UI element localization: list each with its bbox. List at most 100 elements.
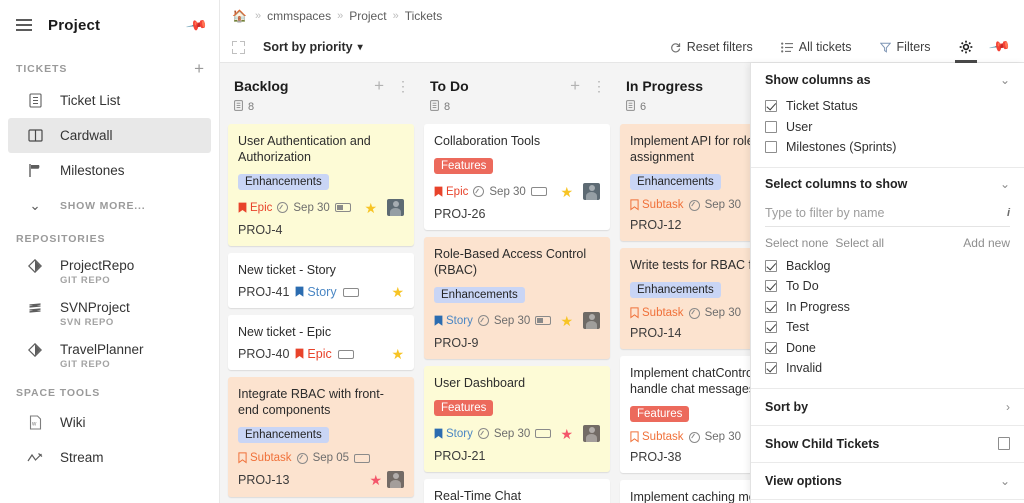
card-proj-4[interactable]: User Authentication and Authorization En… — [228, 124, 414, 246]
panel-section-show-child-tickets[interactable]: Show Child Tickets — [751, 426, 1024, 463]
column-option-inprogress[interactable]: In Progress — [765, 297, 1010, 318]
card-tag[interactable]: Features — [434, 158, 494, 174]
select-none-link[interactable]: Select none — [765, 236, 828, 250]
sidebar-item-cardwall[interactable]: Cardwall — [8, 118, 211, 153]
avatar[interactable] — [583, 183, 600, 200]
option-user[interactable]: User — [765, 117, 1010, 138]
kebab-menu-icon[interactable]: ⋮ — [592, 79, 606, 93]
checkbox[interactable] — [765, 321, 777, 334]
avatar[interactable] — [583, 425, 600, 442]
card-tag[interactable]: Enhancements — [630, 282, 721, 298]
card-tag[interactable]: Enhancements — [630, 174, 721, 190]
expand-icon[interactable] — [232, 40, 245, 54]
clock-icon — [688, 307, 700, 319]
avatar[interactable] — [583, 312, 600, 329]
hamburger-menu-icon[interactable] — [16, 19, 32, 31]
sidebar-item-ticket-list[interactable]: Ticket List — [8, 83, 211, 118]
kebab-menu-icon[interactable]: ⋮ — [396, 79, 410, 93]
priority-star-icon[interactable]: ★ — [560, 314, 573, 328]
checkbox[interactable] — [765, 280, 777, 293]
card-key[interactable]: PROJ-4 — [238, 223, 404, 237]
card-proj-40[interactable]: New ticket - Epic PROJ-40 Epic ★ — [228, 315, 414, 370]
card-tag[interactable]: Features — [434, 400, 494, 416]
panel-section-header[interactable]: Select columns to show ⌄ — [765, 168, 1010, 201]
checkbox[interactable] — [998, 437, 1010, 450]
chevron-down-icon[interactable]: ⌄ — [1000, 474, 1010, 488]
priority-star-icon[interactable]: ★ — [369, 473, 382, 487]
column-filter-input[interactable]: Type to filter by name i — [765, 201, 1010, 227]
sidebar-item-stream[interactable]: Stream — [8, 440, 211, 475]
reset-filters-button[interactable]: Reset filters — [656, 32, 767, 63]
panel-section-header[interactable]: Show columns as ⌄ — [765, 63, 1010, 96]
card-key[interactable]: PROJ-21 — [434, 449, 600, 463]
column-option-invalid[interactable]: Invalid — [765, 358, 1010, 379]
chevron-down-icon[interactable]: ⌄ — [1000, 73, 1010, 87]
option-ticket-status[interactable]: Ticket Status — [765, 96, 1010, 117]
card-title: Role-Based Access Control (RBAC) — [434, 247, 587, 277]
priority-star-icon[interactable]: ★ — [391, 285, 404, 299]
card-key[interactable]: PROJ-40 — [238, 347, 289, 361]
option-label: In Progress — [786, 299, 850, 314]
column-option-done[interactable]: Done — [765, 338, 1010, 359]
column-option-backlog[interactable]: Backlog — [765, 256, 1010, 277]
card-key[interactable]: PROJ-9 — [434, 336, 600, 350]
card-real-time-chat[interactable]: Real-Time Chat Features — [424, 479, 610, 503]
sidebar-repo-travelplanner[interactable]: TravelPlanner GIT REPO — [8, 335, 211, 377]
card-proj-41[interactable]: New ticket - Story PROJ-41 Story ★ — [228, 253, 414, 308]
checkbox[interactable] — [765, 141, 777, 154]
card-type-label: Story — [446, 427, 473, 440]
checkbox[interactable] — [765, 100, 777, 113]
card-tag[interactable]: Features — [630, 406, 690, 422]
option-milestones-sprints[interactable]: Milestones (Sprints) — [765, 137, 1010, 158]
card-proj-9[interactable]: Role-Based Access Control (RBAC) Enhance… — [424, 237, 610, 359]
select-all-link[interactable]: Select all — [835, 236, 884, 250]
card-tag[interactable]: Enhancements — [238, 427, 329, 443]
plus-icon[interactable]: + — [570, 77, 580, 94]
checkbox[interactable] — [765, 362, 777, 375]
priority-star-icon[interactable]: ★ — [560, 427, 573, 441]
card-key[interactable]: PROJ-13 — [238, 473, 289, 487]
pin-icon[interactable]: 📌 — [184, 13, 208, 37]
avatar[interactable] — [387, 471, 404, 488]
card-tag[interactable]: Enhancements — [238, 174, 329, 190]
panel-section-sort-by[interactable]: Sort by › — [751, 389, 1024, 426]
avatar[interactable] — [387, 199, 404, 216]
panel-section-view-options[interactable]: View options ⌄ — [751, 463, 1024, 500]
priority-star-icon[interactable]: ★ — [364, 201, 377, 215]
chevron-right-icon[interactable]: › — [1006, 400, 1010, 414]
column-option-test[interactable]: Test — [765, 317, 1010, 338]
plus-icon[interactable]: + — [374, 77, 384, 94]
breadcrumb-item-cmmspaces[interactable]: cmmspaces — [267, 9, 331, 23]
all-tickets-button[interactable]: All tickets — [767, 32, 866, 63]
chevron-down-icon[interactable]: ⌄ — [1000, 177, 1010, 191]
card-key[interactable]: PROJ-26 — [434, 207, 600, 221]
column-option-todo[interactable]: To Do — [765, 276, 1010, 297]
sidebar-item-milestones[interactable]: Milestones — [8, 153, 211, 188]
pin-icon[interactable]: 📌 — [984, 32, 1018, 63]
checkbox[interactable] — [765, 259, 777, 272]
card-proj-26[interactable]: Collaboration Tools Features Epic Sep 30… — [424, 124, 610, 230]
card-proj-21[interactable]: User Dashboard Features Story Sep 30 ★ P… — [424, 366, 610, 472]
info-icon[interactable]: i — [1007, 207, 1010, 219]
card-proj-13[interactable]: Integrate RBAC with front-end components… — [228, 377, 414, 497]
checkbox[interactable] — [765, 300, 777, 313]
settings-gear-button[interactable] — [945, 32, 987, 63]
sidebar-show-more[interactable]: ⌄ SHOW MORE... — [8, 188, 211, 223]
add-new-link[interactable]: Add new — [963, 236, 1010, 250]
checkbox[interactable] — [765, 120, 777, 133]
filters-button[interactable]: Filters — [866, 32, 945, 63]
home-icon[interactable]: 🏠 — [232, 9, 247, 23]
checkbox[interactable] — [765, 341, 777, 354]
priority-star-icon[interactable]: ★ — [391, 347, 404, 361]
breadcrumb-item-project[interactable]: Project — [349, 9, 386, 23]
card-key[interactable]: PROJ-41 — [238, 285, 289, 299]
sidebar-item-wiki[interactable]: w Wiki — [8, 405, 211, 440]
breadcrumb-item-tickets[interactable]: Tickets — [405, 9, 443, 23]
add-ticket-icon[interactable]: + — [194, 60, 205, 77]
card-tag[interactable]: Enhancements — [434, 287, 525, 303]
sidebar-repo-projectrepo[interactable]: ProjectRepo GIT REPO — [8, 251, 211, 293]
clock-icon — [688, 431, 700, 443]
sidebar-repo-svnproject[interactable]: SVNProject SVN REPO — [8, 293, 211, 335]
sort-by-priority-dropdown[interactable]: Sort by priority ▾ — [263, 40, 363, 54]
priority-star-icon[interactable]: ★ — [560, 185, 573, 199]
